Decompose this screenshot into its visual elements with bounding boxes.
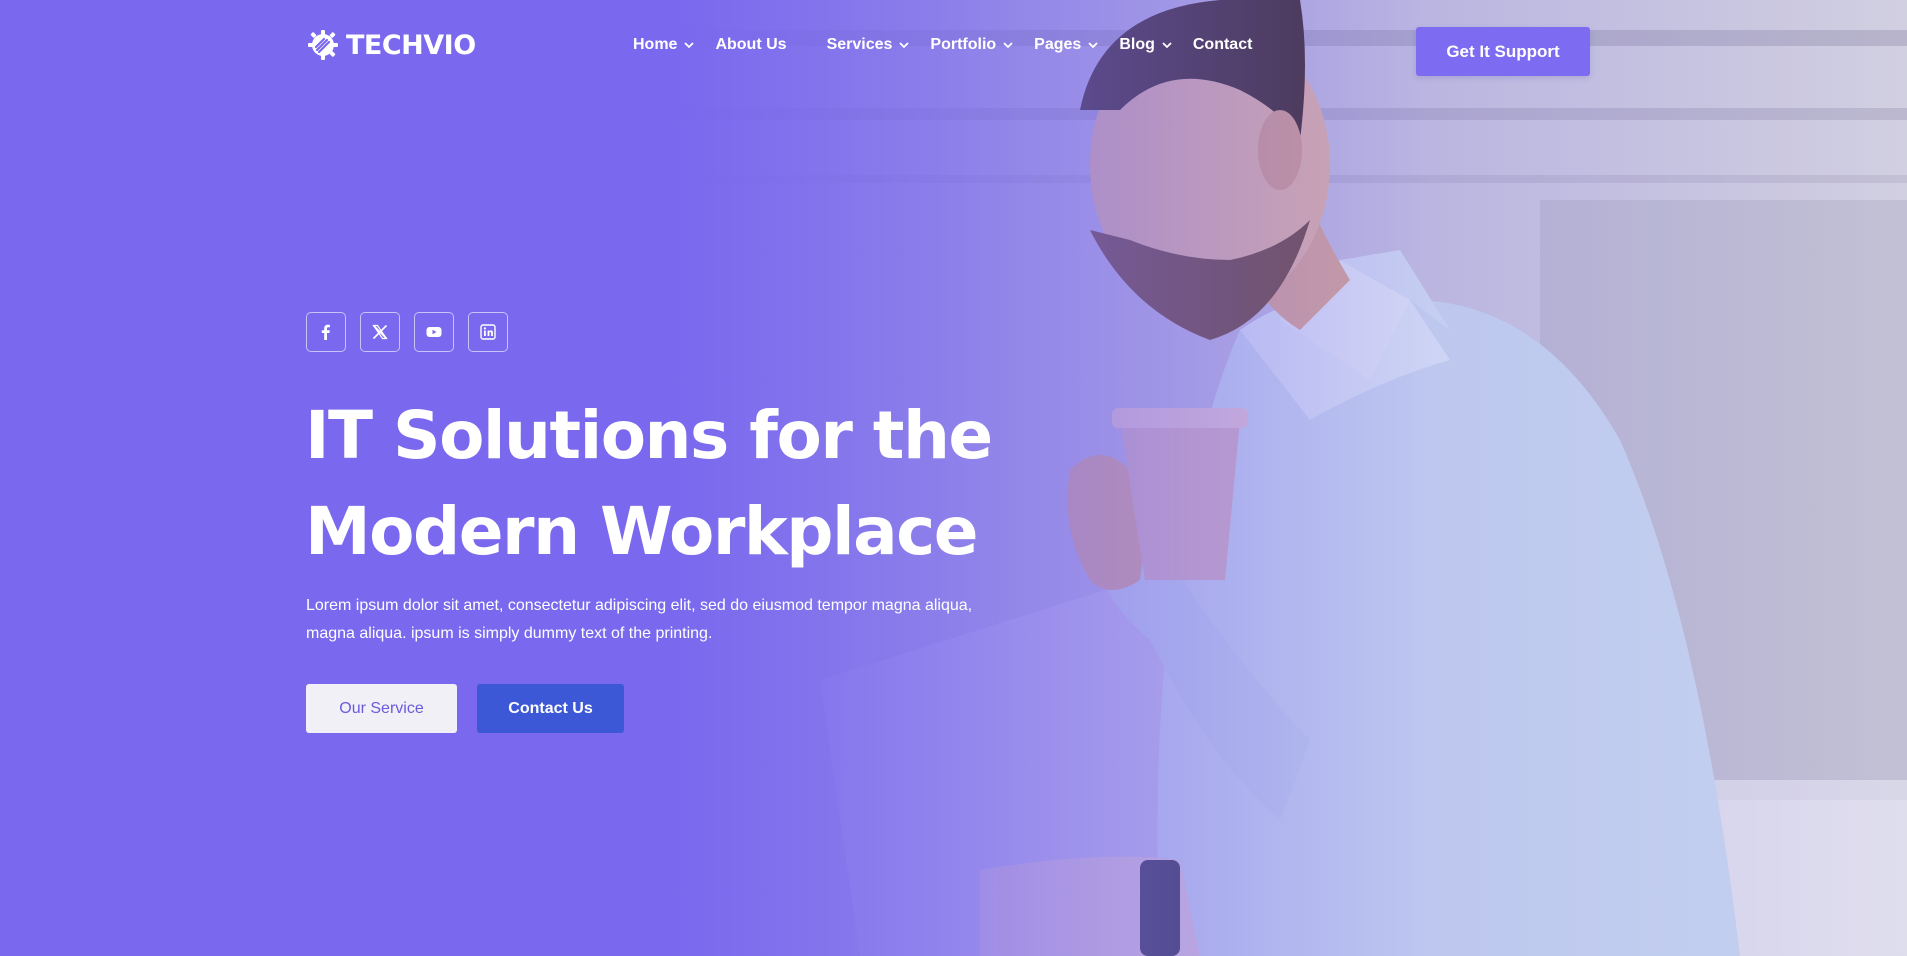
hero-description-line-1: Lorem ipsum dolor sit amet, consectetur … — [306, 597, 973, 614]
youtube-icon — [426, 327, 442, 337]
brand-name: TECHVIO — [346, 29, 476, 61]
gear-rocket-icon — [308, 30, 338, 60]
chevron-down-icon — [1003, 42, 1013, 49]
nav-item-pages[interactable]: Pages — [1034, 36, 1099, 54]
hero-title-line-1: IT Solutions for the — [305, 397, 993, 474]
hero-title-line-2: Modern Workplace — [305, 493, 979, 570]
chevron-down-icon — [1088, 42, 1098, 49]
social-x-link[interactable] — [360, 312, 400, 352]
hero-actions: Our Service Contact Us — [306, 684, 624, 733]
chevron-down-icon — [899, 42, 910, 49]
hero-person-image — [980, 0, 1740, 956]
hero-title: IT Solutions for the Modern Workplace — [305, 388, 1005, 580]
get-it-support-button[interactable]: Get It Support — [1416, 27, 1590, 76]
linkedin-icon — [480, 324, 496, 340]
hero-section: TECHVIO Home About Us Services Portfolio… — [0, 0, 1907, 956]
nav-item-contact[interactable]: Contact — [1193, 36, 1253, 54]
nav-item-services[interactable]: Services — [827, 36, 911, 54]
facebook-icon — [321, 324, 330, 340]
social-links — [306, 312, 508, 352]
chevron-down-icon — [1162, 42, 1172, 49]
social-linkedin-link[interactable] — [468, 312, 508, 352]
contact-us-button[interactable]: Contact Us — [477, 684, 624, 733]
nav-item-blog[interactable]: Blog — [1119, 36, 1173, 54]
social-youtube-link[interactable] — [414, 312, 454, 352]
x-twitter-icon — [372, 324, 388, 340]
social-facebook-link[interactable] — [306, 312, 346, 352]
brand-logo[interactable]: TECHVIO — [306, 28, 476, 62]
hero-description-line-2: magna aliqua. ipsum is simply dummy text… — [306, 625, 713, 642]
hero-description: Lorem ipsum dolor sit amet, consectetur … — [306, 592, 986, 648]
nav-item-portfolio[interactable]: Portfolio — [930, 36, 1014, 54]
our-service-button[interactable]: Our Service — [306, 684, 457, 733]
chevron-down-icon — [684, 42, 695, 49]
main-nav: Home About Us Services Portfolio Pages B… — [633, 36, 1252, 54]
nav-item-home[interactable]: Home — [633, 36, 695, 54]
nav-item-about-us[interactable]: About Us — [715, 36, 786, 54]
